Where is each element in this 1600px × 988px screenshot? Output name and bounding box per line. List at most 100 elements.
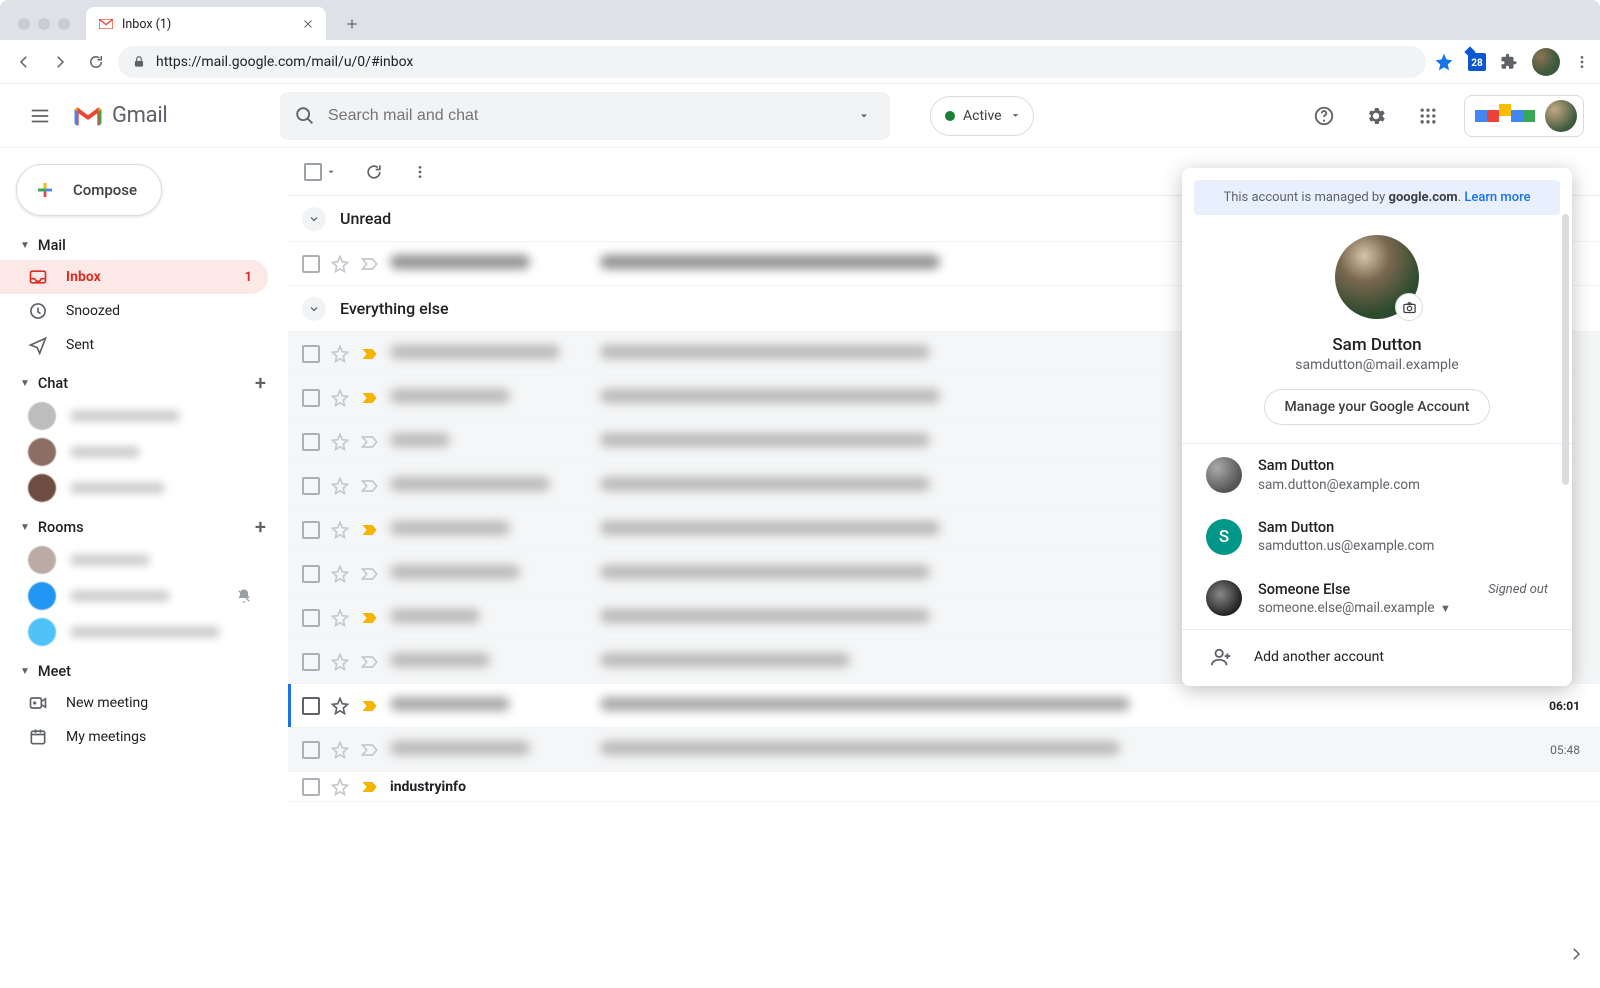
add-chat-button[interactable]: +: [255, 371, 266, 395]
account-avatar[interactable]: [1545, 100, 1577, 132]
account-row[interactable]: Sam Dutton sam.dutton@example.com: [1182, 444, 1572, 506]
nav-snoozed[interactable]: Snoozed: [0, 294, 268, 328]
search-input[interactable]: [328, 107, 832, 125]
chat-item[interactable]: [0, 434, 268, 470]
support-button[interactable]: [1304, 96, 1344, 136]
select-all-checkbox[interactable]: [304, 163, 336, 181]
calendar-extension-icon[interactable]: 28: [1468, 53, 1486, 71]
search-icon: [294, 105, 316, 127]
nav-new-meeting[interactable]: New meeting: [0, 686, 268, 720]
tab-close-icon[interactable]: [302, 18, 314, 30]
person-add-icon: [1210, 646, 1232, 668]
mail-row[interactable]: industryinfo: [288, 772, 1600, 802]
extensions-puzzle-icon[interactable]: [1500, 53, 1518, 71]
important-marker-icon[interactable]: [360, 476, 380, 496]
calendar-icon: [28, 727, 48, 747]
sender: [390, 255, 590, 273]
important-marker-icon[interactable]: [360, 520, 380, 540]
chrome-profile-avatar[interactable]: [1532, 48, 1560, 76]
browser-tab[interactable]: Inbox (1): [86, 7, 326, 41]
gmail-favicon-icon: [98, 16, 114, 32]
section-mail-header[interactable]: ▼Mail: [0, 230, 280, 260]
important-marker-icon[interactable]: [360, 608, 380, 628]
chrome-menu-icon[interactable]: [1574, 54, 1590, 70]
account-row[interactable]: Someone Else someone.else@mail.example ▼…: [1182, 568, 1572, 630]
lock-icon: [132, 55, 146, 69]
nav-back-button[interactable]: [10, 48, 38, 76]
bookmark-star-icon[interactable]: [1434, 52, 1454, 72]
nav-my-meetings[interactable]: My meetings: [0, 720, 268, 754]
compose-button[interactable]: Compose: [16, 164, 162, 216]
caret-down-icon: ▼: [20, 240, 30, 251]
important-marker-icon[interactable]: [360, 696, 380, 716]
new-tab-button[interactable]: [338, 10, 366, 38]
main-menu-button[interactable]: [16, 92, 64, 140]
chat-item[interactable]: [0, 470, 268, 506]
room-item[interactable]: [0, 578, 268, 614]
star-icon[interactable]: [330, 696, 350, 716]
video-plus-icon: [28, 693, 48, 713]
apps-button[interactable]: [1408, 96, 1448, 136]
room-item[interactable]: [0, 542, 268, 578]
account-row[interactable]: S Sam Dutton samdutton.us@example.com: [1182, 506, 1572, 568]
refresh-button[interactable]: [364, 162, 384, 182]
side-panel-toggle[interactable]: [1560, 938, 1592, 970]
change-photo-button[interactable]: [1395, 293, 1423, 321]
nav-inbox[interactable]: Inbox 1: [0, 260, 268, 294]
important-marker-icon[interactable]: [360, 388, 380, 408]
important-marker-icon[interactable]: [360, 344, 380, 364]
sidebar: Compose ▼Mail Inbox 1 Snoozed Sent ▼Chat…: [0, 148, 288, 988]
nav-sent[interactable]: Sent: [0, 328, 268, 362]
room-item[interactable]: [0, 614, 268, 650]
url-text: https://mail.google.com/mail/u/0/#inbox: [156, 54, 413, 70]
account-avatar: S: [1206, 519, 1242, 555]
app-header: Gmail Active: [0, 84, 1600, 148]
learn-more-link[interactable]: Learn more: [1464, 190, 1530, 205]
nav-reload-button[interactable]: [82, 48, 110, 76]
scrollbar[interactable]: [1562, 214, 1569, 630]
important-marker-icon[interactable]: [360, 432, 380, 452]
account-popover: This account is managed by google.com. L…: [1182, 168, 1572, 686]
search-bar[interactable]: [280, 92, 890, 140]
mail-time: 06:01: [1530, 699, 1580, 713]
tab-strip: Inbox (1): [0, 0, 1600, 40]
address-bar[interactable]: https://mail.google.com/mail/u/0/#inbox: [118, 46, 1426, 78]
caret-down-icon: ▼: [20, 666, 30, 677]
settings-button[interactable]: [1356, 96, 1396, 136]
important-marker-icon[interactable]: [360, 564, 380, 584]
sent-icon: [28, 335, 48, 355]
chevron-down-icon: [302, 297, 326, 321]
add-room-button[interactable]: +: [255, 515, 266, 539]
mail-row[interactable]: 06:01: [288, 684, 1600, 728]
chat-item[interactable]: [0, 398, 268, 434]
search-options-button[interactable]: [844, 110, 884, 122]
header-right: [1304, 95, 1584, 137]
section-rooms-header[interactable]: ▼Rooms+: [0, 512, 280, 542]
section-chat-header[interactable]: ▼Chat+: [0, 368, 280, 398]
clock-icon: [28, 301, 48, 321]
row-checkbox[interactable]: [302, 697, 320, 715]
inbox-icon: [28, 267, 48, 287]
window-controls[interactable]: [8, 18, 80, 30]
more-button[interactable]: [412, 164, 428, 180]
gmail-m-icon: [72, 104, 104, 128]
mail-time: 05:48: [1530, 743, 1580, 757]
status-chip[interactable]: Active: [930, 96, 1034, 136]
account-name: Sam Dutton: [1182, 335, 1572, 355]
org-profile-box[interactable]: [1464, 95, 1584, 137]
add-account-button[interactable]: Add another account: [1182, 630, 1572, 686]
chevron-down-icon: [302, 207, 326, 231]
row-checkbox[interactable]: [302, 255, 320, 273]
browser-toolbar: https://mail.google.com/mail/u/0/#inbox …: [0, 40, 1600, 84]
browser-chrome: Inbox (1) https://mail.google.com/mail/u…: [0, 0, 1600, 84]
inbox-count: 1: [245, 270, 252, 285]
mail-row[interactable]: 05:48: [288, 728, 1600, 772]
nav-forward-button[interactable]: [46, 48, 74, 76]
important-marker-icon[interactable]: [360, 254, 380, 274]
star-icon[interactable]: [330, 254, 350, 274]
sender: industryinfo: [390, 779, 590, 795]
gmail-logo[interactable]: Gmail: [72, 103, 272, 128]
important-marker-icon[interactable]: [360, 652, 380, 672]
manage-account-button[interactable]: Manage your Google Account: [1264, 389, 1491, 425]
section-meet-header[interactable]: ▼Meet: [0, 656, 280, 686]
